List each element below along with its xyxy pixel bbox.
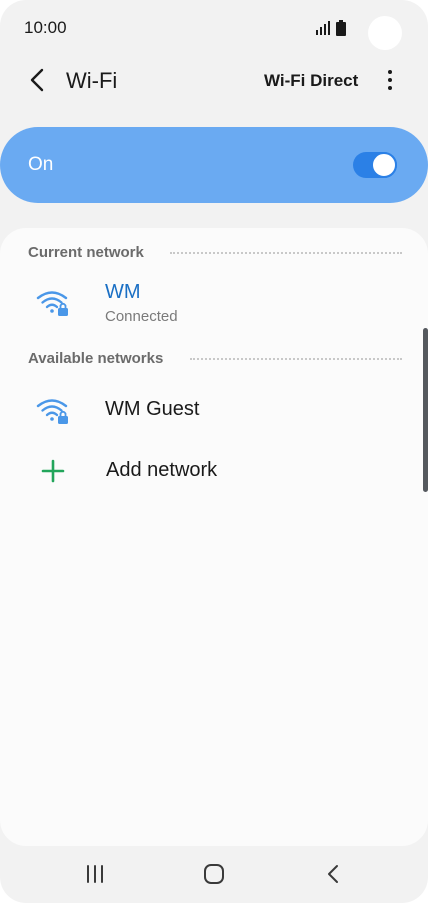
add-network-button[interactable]: Add network (0, 448, 428, 496)
app-bar: Wi-Fi Wi-Fi Direct (0, 56, 428, 106)
more-options-icon[interactable] (378, 64, 402, 96)
nav-bar (0, 846, 428, 903)
network-list-card: Current network WM Connected Available n… (0, 228, 428, 846)
wifi-lock-icon (36, 291, 68, 316)
wifi-toggle-label: On (28, 154, 54, 175)
wifi-switch[interactable] (353, 152, 397, 178)
available-networks-header: Available networks (28, 350, 164, 367)
current-network-status: Connected (105, 308, 178, 325)
recents-icon[interactable] (80, 862, 110, 886)
battery-icon (336, 20, 346, 36)
wifi-lock-icon (36, 399, 68, 424)
signal-icon (316, 21, 330, 35)
phone-screen: 10:00 Wi-Fi Wi-Fi Direct On Current netw… (0, 0, 428, 903)
back-icon[interactable] (319, 862, 349, 886)
current-network-header: Current network (28, 244, 144, 261)
list-item[interactable]: WM Guest (0, 386, 428, 436)
status-icons (316, 20, 346, 36)
section-divider (190, 358, 402, 360)
page-title: Wi-Fi (66, 68, 118, 93)
switch-knob (371, 152, 397, 178)
scrollbar[interactable] (423, 328, 428, 492)
wifi-direct-button[interactable]: Wi-Fi Direct (264, 71, 358, 91)
camera-cutout (368, 16, 402, 50)
back-arrow-icon[interactable] (22, 64, 54, 96)
current-network-row[interactable]: WM Connected (0, 276, 428, 332)
home-icon[interactable] (199, 862, 229, 886)
network-name: WM Guest (105, 398, 200, 420)
current-network-name: WM (105, 281, 141, 303)
status-time: 10:00 (24, 18, 67, 37)
plus-icon (41, 459, 65, 483)
add-network-label: Add network (106, 459, 218, 481)
section-divider (170, 252, 402, 254)
status-bar: 10:00 (0, 0, 428, 56)
wifi-toggle-card[interactable]: On (0, 127, 428, 203)
